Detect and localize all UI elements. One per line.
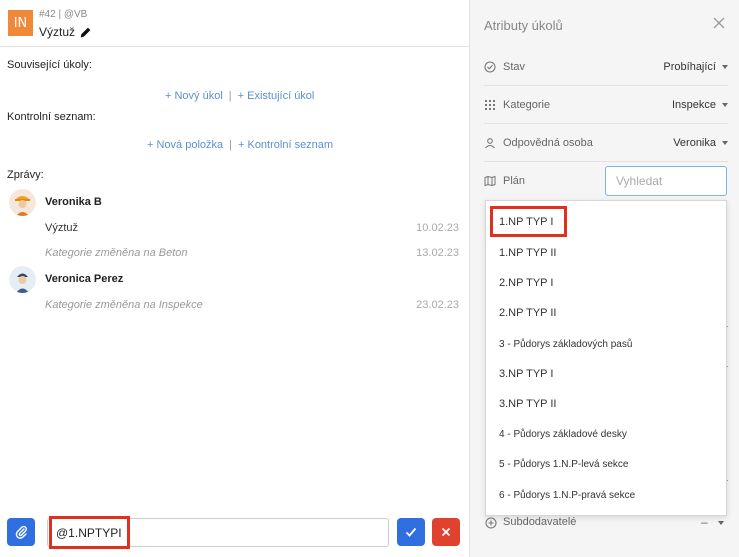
message-date: 23.02.23 [416, 299, 459, 311]
paperclip-icon [15, 525, 27, 539]
task-header: IN #42 | @VB Výztuž [0, 0, 470, 47]
plan-option[interactable]: 2.NP TYP I [499, 277, 553, 289]
checklist-links: + Nová položka | + Kontrolní seznam [147, 139, 333, 151]
attribute-label: Stav [503, 60, 526, 73]
attribute-value: Inspekce [671, 98, 716, 111]
separator: | [229, 139, 232, 151]
plan-option[interactable]: 5 - Půdorys 1.N.P-levá sekce [499, 459, 629, 470]
attribute-label: Odpovědná osoba [503, 136, 593, 149]
chevron-down-icon [718, 521, 724, 525]
plan-option[interactable]: 3.NP TYP II [499, 398, 556, 410]
separator: | [228, 90, 232, 102]
new-item-link[interactable]: + Nová položka [147, 139, 223, 151]
messages-label: Zprávy: [7, 169, 44, 181]
plan-option[interactable]: 1.NP TYP II [499, 247, 556, 259]
attribute-label: Kategorie [503, 98, 551, 111]
plan-option[interactable]: 2.NP TYP II [499, 307, 556, 319]
check-icon [405, 527, 417, 537]
person-icon [485, 137, 495, 148]
attribute-row-status[interactable]: Stav Probíhající [484, 48, 728, 86]
task-id: #42 | @VB [39, 9, 88, 20]
checklist-link[interactable]: + Kontrolní seznam [238, 139, 333, 151]
message-text: Kategorie změněna na Beton [45, 247, 188, 259]
close-icon[interactable] [713, 17, 725, 29]
message-date: 10.02.23 [416, 222, 459, 234]
existing-task-link[interactable]: + Existující úkol [238, 90, 315, 102]
checklist-label: Kontrolní seznam: [7, 111, 96, 123]
new-task-link[interactable]: + Nový úkol [165, 90, 223, 102]
task-title: Výztuž [39, 25, 76, 39]
message-date: 13.02.23 [416, 247, 459, 259]
attribute-value: Veronika [673, 136, 716, 149]
chevron-down-icon [722, 102, 728, 107]
plan-option[interactable]: 6 - Půdorys 1.N.P-pravá sekce [499, 490, 635, 501]
related-tasks-label: Související úkoly: [7, 59, 92, 71]
check-circle-icon [484, 60, 496, 73]
task-title-row[interactable]: Výztuž [39, 25, 92, 39]
highlight-box [490, 206, 567, 237]
message-author: Veronica Perez [45, 273, 124, 285]
related-tasks-links: + Nový úkol | + Existující úkol [165, 90, 314, 102]
confirm-button[interactable] [397, 518, 425, 546]
plus-circle-icon [485, 517, 497, 529]
map-icon [484, 175, 496, 187]
chevron-down-icon [722, 64, 728, 69]
attribute-value: Probíhající [663, 60, 716, 73]
message-author: Veronika B [45, 196, 102, 208]
pencil-icon[interactable] [79, 26, 92, 39]
plan-dropdown[interactable]: 1.NP TYP I 1.NP TYP II 2.NP TYP I 2.NP T… [485, 200, 727, 516]
close-icon [441, 527, 451, 537]
task-detail-pane: IN #42 | @VB Výztuž Související úkoly: +… [0, 0, 470, 557]
task-type-badge: IN [8, 10, 33, 36]
avatar [9, 189, 36, 216]
attribute-row-responsible[interactable]: Odpovědná osoba Veronika [484, 124, 728, 162]
cancel-button[interactable] [432, 518, 460, 546]
grid-icon [485, 99, 495, 110]
chevron-down-icon [722, 140, 728, 145]
plan-option[interactable]: 3.NP TYP I [499, 368, 553, 380]
panel-title: Atributy úkolů [484, 18, 563, 33]
highlight-box [49, 516, 130, 549]
plan-option[interactable]: 3 - Půdorys základových pasů [499, 339, 632, 350]
message-text: Kategorie změněna na Inspekce [45, 299, 203, 311]
attribute-row-category[interactable]: Kategorie Inspekce [484, 86, 728, 124]
avatar [9, 266, 36, 293]
subcontractors-value: – [701, 515, 708, 529]
message-text: Výztuž [45, 222, 79, 234]
attach-button[interactable] [7, 518, 35, 546]
subcontractors-label[interactable]: Subdodavatelé [503, 516, 576, 528]
plan-search-input[interactable] [605, 166, 727, 196]
plan-option[interactable]: 4 - Půdorys základové desky [499, 429, 627, 440]
